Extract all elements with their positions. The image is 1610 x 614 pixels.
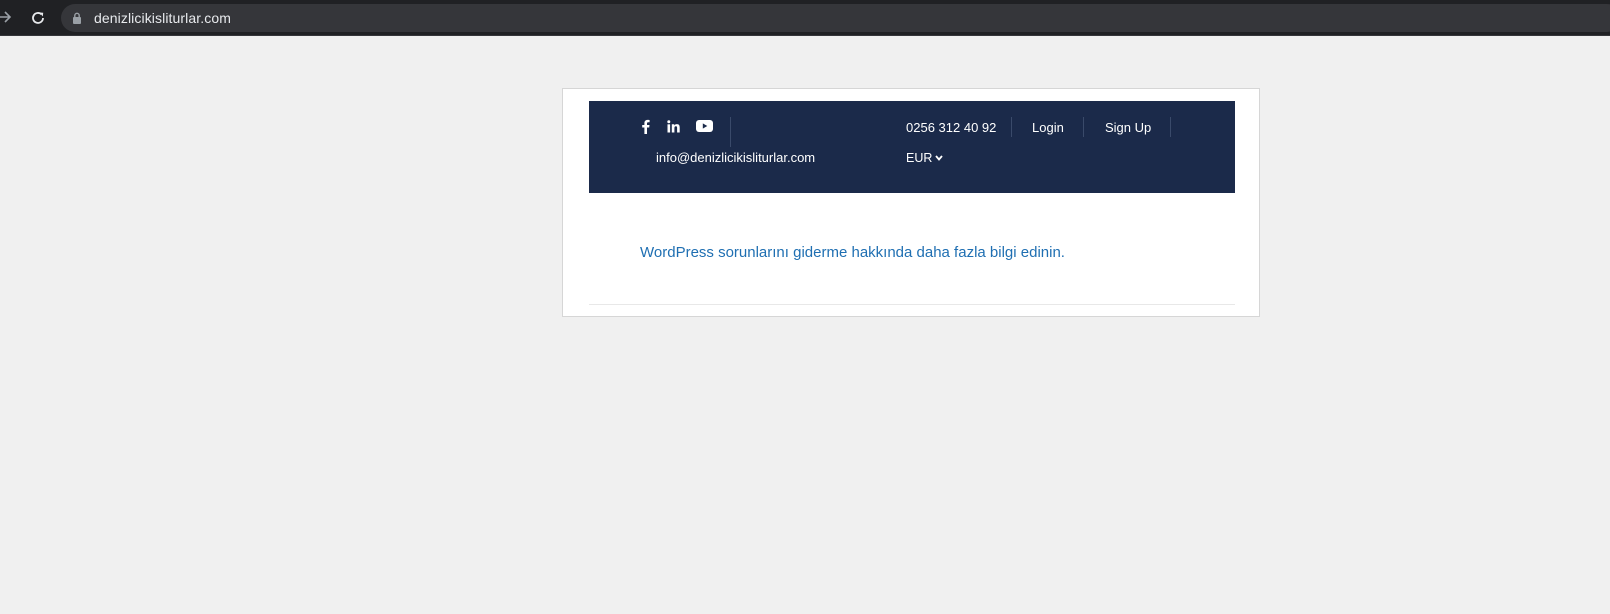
login-divider (1083, 117, 1084, 137)
linkedin-icon[interactable] (663, 116, 683, 136)
email-text[interactable]: info@denizlicikisliturlar.com (656, 150, 815, 165)
content-card: info@denizlicikisliturlar.com 0256 312 4… (562, 88, 1260, 317)
youtube-icon[interactable] (694, 116, 714, 136)
site-topbar: info@denizlicikisliturlar.com 0256 312 4… (589, 101, 1235, 193)
bottom-divider (589, 304, 1235, 305)
lock-icon (73, 12, 81, 24)
chevron-down-icon (935, 155, 944, 161)
url-text[interactable]: denizlicikisliturlar.com (94, 10, 231, 26)
reload-icon[interactable] (28, 8, 48, 28)
login-link[interactable]: Login (1032, 120, 1064, 135)
forward-arrow-icon[interactable] (0, 8, 14, 26)
phone-text: 0256 312 40 92 (906, 120, 997, 135)
currency-label: EUR (906, 151, 933, 165)
browser-toolbar: denizlicikisliturlar.com (0, 0, 1610, 36)
wordpress-help-link[interactable]: WordPress sorunlarını giderme hakkında d… (640, 244, 1065, 261)
facebook-icon[interactable] (635, 116, 655, 136)
address-bar[interactable]: denizlicikisliturlar.com (61, 4, 1610, 32)
signup-divider (1170, 117, 1171, 137)
phone-divider (1011, 117, 1012, 137)
browser-toolbar-inner: denizlicikisliturlar.com (0, 0, 1610, 35)
social-divider (730, 117, 731, 147)
signup-link[interactable]: Sign Up (1105, 120, 1151, 135)
currency-select[interactable]: EUR (906, 151, 944, 165)
